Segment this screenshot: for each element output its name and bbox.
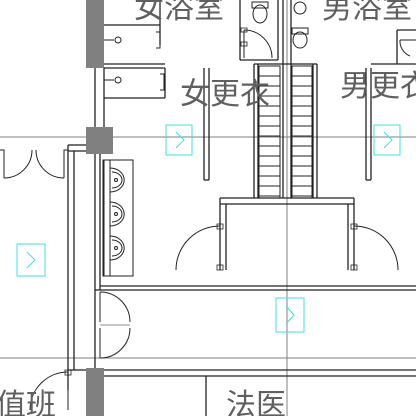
door-vestibule-left bbox=[175, 223, 224, 271]
toilet-men-upper bbox=[293, 1, 307, 15]
column-middle bbox=[86, 127, 113, 154]
door-men-stall bbox=[399, 39, 416, 57]
toilet-women bbox=[251, 1, 269, 24]
floor-plan-drawing: 女浴室 男浴室 女更衣 男更衣 值班 法医 bbox=[0, 0, 416, 416]
door-vestibule-right bbox=[350, 223, 399, 271]
symbol-men-changing bbox=[373, 124, 401, 156]
shower-fixtures bbox=[104, 31, 165, 91]
symbol-corridor bbox=[275, 297, 305, 333]
door-toilet bbox=[240, 27, 273, 59]
label-forensic: 法医 bbox=[226, 388, 286, 416]
symbol-left bbox=[16, 243, 46, 277]
column-bottom bbox=[86, 368, 104, 416]
label-men-shower: 男浴室 bbox=[322, 0, 412, 26]
toilets bbox=[251, 1, 309, 49]
door-corridor-double bbox=[99, 291, 131, 359]
sinks bbox=[102, 159, 134, 277]
shower-head-1 bbox=[104, 36, 122, 44]
label-women-shower: 女浴室 bbox=[134, 0, 224, 26]
column-top bbox=[86, 0, 104, 68]
label-men-changing: 男更衣 bbox=[340, 69, 416, 104]
label-women-changing: 女更衣 bbox=[180, 77, 270, 112]
sink-2 bbox=[109, 201, 125, 227]
door-left-double bbox=[0, 149, 68, 179]
floor-plan-canvas: 女浴室 男浴室 女更衣 男更衣 值班 法医 bbox=[0, 0, 416, 416]
walls bbox=[67, 0, 416, 416]
shower-bar-2 bbox=[160, 73, 165, 91]
shower-head-2 bbox=[104, 76, 122, 84]
symbol-women-changing bbox=[165, 124, 193, 156]
toilet-men bbox=[291, 27, 309, 49]
sink-counter bbox=[102, 159, 134, 277]
sink-1 bbox=[109, 167, 125, 193]
label-duty-room: 值班 bbox=[0, 388, 56, 416]
sink-3 bbox=[109, 235, 125, 261]
